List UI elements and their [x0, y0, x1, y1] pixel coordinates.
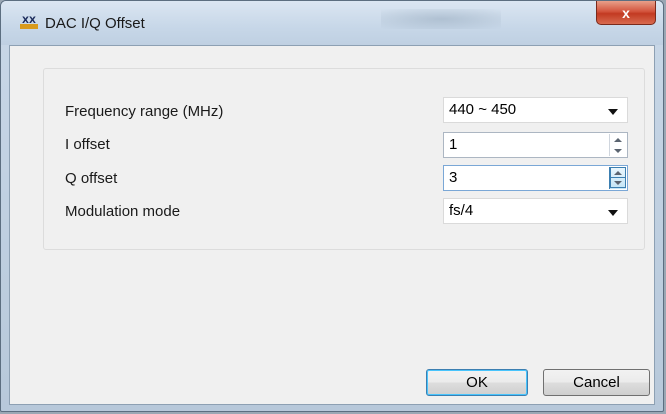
modulation-mode-value: fs/4	[449, 202, 474, 219]
arrow-up-icon	[614, 137, 622, 142]
title-bar[interactable]: XX DAC I/Q Offset x	[1, 1, 663, 45]
svg-text:XX: XX	[22, 16, 36, 26]
chevron-down-icon[interactable]	[608, 109, 618, 115]
q-offset-spinbox[interactable]: 3	[443, 165, 628, 191]
q-offset-spinner	[609, 167, 626, 189]
title-bar-reflection	[381, 9, 501, 29]
arrow-up-icon	[614, 170, 622, 175]
dialog-body: Frequency range (MHz) 440 ~ 450 I offset…	[9, 45, 655, 405]
i-offset-spinbox[interactable]: 1	[443, 132, 628, 158]
ok-button[interactable]: OK	[426, 369, 528, 396]
dialog-window: XX DAC I/Q Offset x Frequency range (MHz…	[0, 0, 664, 412]
app-logo-icon: XX	[20, 16, 38, 29]
i-offset-spinner	[609, 134, 626, 156]
frequency-range-dropdown[interactable]: 440 ~ 450	[443, 97, 628, 123]
q-offset-value: 3	[449, 169, 458, 186]
q-offset-label: Q offset	[65, 170, 118, 187]
i-offset-increment-button[interactable]	[610, 134, 626, 145]
cancel-button[interactable]: Cancel	[543, 369, 650, 396]
q-offset-decrement-button[interactable]	[610, 177, 626, 188]
i-offset-decrement-button[interactable]	[610, 145, 626, 156]
i-offset-label: I offset	[65, 136, 110, 153]
chevron-down-icon[interactable]	[608, 210, 618, 216]
frequency-range-label: Frequency range (MHz)	[65, 103, 224, 120]
window-title: DAC I/Q Offset	[45, 15, 145, 32]
modulation-mode-dropdown[interactable]: fs/4	[443, 198, 628, 224]
arrow-down-icon	[614, 180, 622, 185]
close-button[interactable]: x	[596, 1, 656, 25]
close-icon: x	[622, 4, 630, 21]
arrow-down-icon	[614, 148, 622, 153]
frequency-range-value: 440 ~ 450	[449, 101, 517, 118]
i-offset-value: 1	[449, 136, 458, 153]
modulation-mode-label: Modulation mode	[65, 203, 181, 220]
